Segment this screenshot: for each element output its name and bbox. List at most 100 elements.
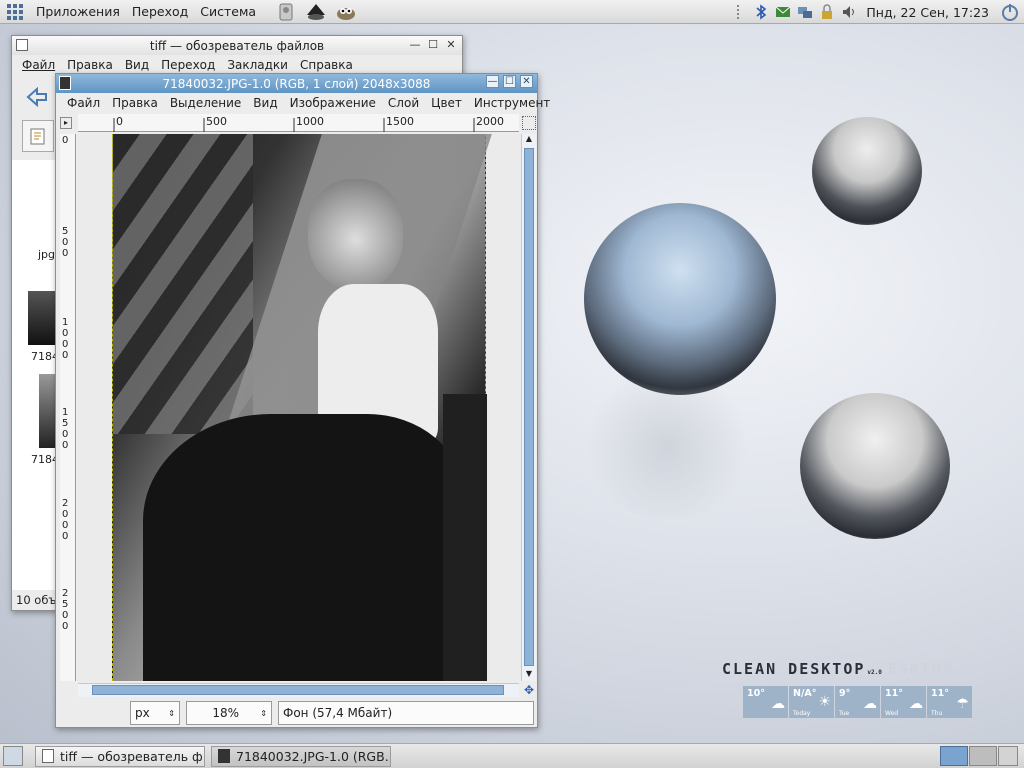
ruler-v-label: 0 (62, 135, 69, 146)
task-label: 71840032.JPG-1.0 (RGB... (236, 748, 391, 764)
logo-text: CLEAN DESKTOP (722, 660, 866, 678)
gimp-menu-edit[interactable]: Правка (106, 96, 164, 110)
gimp-menu-colors[interactable]: Цвет (425, 96, 468, 110)
ruler-h-label: 0 (116, 115, 123, 128)
horizontal-scroll-thumb[interactable] (92, 685, 504, 695)
weather-day-name: Tue (839, 710, 850, 717)
power-icon[interactable] (1000, 2, 1020, 22)
menu-applications[interactable]: Приложения (30, 4, 126, 19)
menu-places[interactable]: Переход (126, 4, 194, 19)
weather-day: 11° Wed ☁ (881, 686, 926, 718)
volume-icon[interactable] (841, 4, 857, 20)
weather-day-name: Wed (885, 710, 899, 717)
gimp-titlebar[interactable]: 71840032.JPG-1.0 (RGB, 1 слой) 2048x3088… (56, 74, 537, 93)
drag-handle-icon[interactable] (731, 4, 747, 20)
taskbar-item-file-browser[interactable]: tiff — обозреватель ф... (35, 745, 205, 767)
edit-location-button[interactable] (22, 120, 54, 152)
cloud-sun-icon: ☁ (771, 696, 785, 712)
gimp-statusbar: px ⇕ 18% ⇕ Фон (57,4 Мбайт) (56, 698, 537, 728)
rain-cloud-icon: ☂ (956, 696, 969, 712)
bluetooth-icon[interactable] (753, 4, 769, 20)
menu-file[interactable]: Файл (16, 58, 61, 72)
minimize-button[interactable]: — (486, 75, 499, 88)
back-arrow-icon (26, 87, 47, 107)
network-icon[interactable] (797, 4, 813, 20)
horizontal-scrollbar[interactable] (78, 683, 519, 697)
gimp-window-icon[interactable] (59, 76, 71, 90)
trash-icon[interactable] (998, 746, 1018, 766)
workspace-2[interactable] (969, 746, 997, 766)
quick-mask-toggle[interactable]: ▸ (60, 117, 72, 129)
gimp-menu-select[interactable]: Выделение (164, 96, 247, 110)
gimp-small-icon (218, 749, 230, 763)
gimp-menu-image[interactable]: Изображение (284, 96, 382, 110)
spin-arrows-icon: ⇕ (260, 708, 267, 718)
close-button[interactable]: ✕ (520, 75, 533, 88)
menu-view[interactable]: Вид (119, 58, 155, 72)
menu-system[interactable]: Система (194, 4, 262, 19)
ruler-v-label: 1 5 0 0 (62, 407, 69, 451)
gimp-menubar: Файл Правка Выделение Вид Изображение Сл… (56, 93, 550, 113)
ruler-v-label: 1 0 0 0 (62, 317, 69, 361)
ruler-v-label: 2 5 0 0 (62, 588, 69, 632)
ruler-v-label: 5 0 0 (62, 226, 69, 259)
gimp-menu-file[interactable]: Файл (61, 96, 106, 110)
zoom-fit-button[interactable] (522, 116, 536, 130)
vertical-scrollbar[interactable]: ▲ ▼ (521, 134, 536, 681)
menu-bookmarks[interactable]: Закладки (221, 58, 294, 72)
sphere-small (800, 393, 950, 539)
ruler-h-label: 500 (206, 115, 227, 128)
show-desktop-icon[interactable] (3, 746, 23, 766)
scroll-up-arrow-icon[interactable]: ▲ (522, 134, 536, 146)
back-button[interactable] (22, 82, 52, 112)
photo-image[interactable] (112, 134, 492, 681)
launcher-disk-icon[interactable] (274, 2, 298, 22)
close-button[interactable]: ✕ (444, 37, 458, 51)
taskbar-item-gimp[interactable]: 71840032.JPG-1.0 (RGB... (211, 745, 391, 767)
lock-icon[interactable] (819, 4, 835, 20)
unit-select[interactable]: px ⇕ (130, 701, 180, 725)
image-canvas[interactable] (78, 134, 521, 681)
maximize-button[interactable]: ☐ (503, 75, 516, 88)
gimp-title: 71840032.JPG-1.0 (RGB, 1 слой) 2048x3088 (162, 76, 431, 91)
vertical-scroll-thumb[interactable] (524, 148, 534, 666)
bottom-panel: tiff — обозреватель ф... 71840032.JPG-1.… (0, 743, 1024, 768)
file-item-label[interactable]: jpg (38, 248, 55, 261)
maximize-button[interactable]: ☐ (426, 37, 440, 51)
logo-version: v2.0 (867, 669, 882, 676)
scroll-down-arrow-icon[interactable]: ▼ (522, 669, 536, 681)
weather-day: N/A° Today ☀ (789, 686, 834, 718)
launcher-inkscape-icon[interactable] (304, 2, 328, 22)
workspace-1[interactable] (940, 746, 968, 766)
navigate-icon[interactable]: ✥ (522, 683, 536, 697)
cloud-sun-icon: ☁ (863, 696, 877, 712)
weather-temp: 9° (839, 688, 851, 699)
weather-temp: N/A° (793, 688, 817, 699)
apps-grid-icon[interactable] (3, 2, 27, 22)
logo-ghost-text: ESKTOP (887, 660, 955, 678)
launcher-gimp-icon[interactable] (334, 2, 358, 22)
file-view: jpg 7184 7184 (12, 160, 59, 590)
file-thumbnail[interactable] (28, 291, 56, 345)
zoom-value: 18% (212, 706, 239, 720)
menu-edit[interactable]: Правка (61, 58, 119, 72)
desktop-logo: CLEAN DESKTOP v2.0 ESKTOP (722, 660, 954, 678)
top-panel: Приложения Переход Система Пнд, 22 Сен, … (0, 0, 1024, 24)
menu-help[interactable]: Справка (294, 58, 359, 72)
minimize-button[interactable]: — (408, 37, 422, 51)
window-menu-icon[interactable] (16, 39, 28, 51)
gimp-menu-layer[interactable]: Слой (382, 96, 425, 110)
zoom-select[interactable]: 18% ⇕ (186, 701, 272, 725)
weather-day: 11° Thu ☂ (927, 686, 972, 718)
horizontal-ruler[interactable]: 0 500 1000 1500 2000 (78, 114, 519, 132)
file-browser-titlebar[interactable]: tiff — обозреватель файлов — ☐ ✕ (12, 36, 462, 55)
layer-status: Фон (57,4 Мбайт) (278, 701, 534, 725)
clock[interactable]: Пнд, 22 Сен, 17:23 (866, 5, 989, 20)
mail-icon[interactable] (775, 4, 791, 20)
weather-day: 10° ☁ (743, 686, 788, 718)
vertical-ruler[interactable]: 0 5 0 0 1 0 0 0 1 5 0 0 2 0 0 0 2 5 0 0 (60, 134, 76, 681)
gimp-menu-tools[interactable]: Инструмент (468, 96, 556, 110)
menu-go[interactable]: Переход (155, 58, 221, 72)
gimp-menu-view[interactable]: Вид (247, 96, 283, 110)
workspace-switcher[interactable] (940, 746, 1018, 766)
